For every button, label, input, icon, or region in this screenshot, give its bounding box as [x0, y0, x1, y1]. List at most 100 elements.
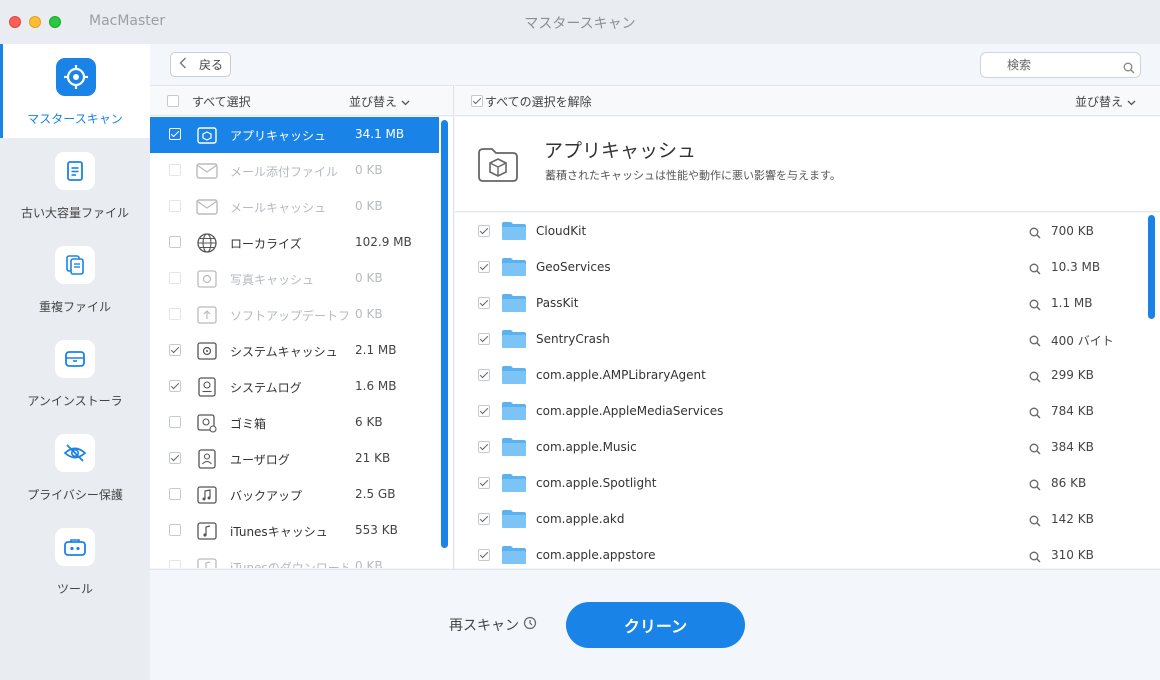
file-checkbox[interactable]	[478, 513, 490, 525]
category-checkbox[interactable]	[169, 164, 181, 176]
sidebar-item-uninstaller[interactable]: アンインストーラ	[0, 326, 150, 420]
window-title: マスタースキャン	[524, 16, 636, 32]
category-row[interactable]: システムキャッシュ 2.1 MB	[150, 333, 439, 369]
category-row[interactable]: ローカライズ 102.9 MB	[150, 225, 439, 261]
sidebar-item-large-old-files[interactable]: 古い大容量ファイル	[0, 138, 150, 232]
title-bar: MacMaster マスタースキャン	[0, 0, 1160, 44]
category-size: 21 KB	[355, 451, 391, 465]
file-row[interactable]: com.apple.AppleMediaServices 784 KB	[455, 393, 1145, 429]
file-row[interactable]: com.apple.AMPLibraryAgent 299 KB	[455, 357, 1145, 393]
clean-button[interactable]: クリーン	[566, 602, 745, 648]
file-list: CloudKit 700 KB GeoServices 10.3 MB Pass…	[455, 213, 1160, 568]
file-row[interactable]: com.apple.appstore 310 KB	[455, 537, 1145, 568]
category-row[interactable]: システムログ 1.6 MB	[150, 369, 439, 405]
chevron-left-icon	[179, 57, 187, 72]
category-row[interactable]: 写真キャッシュ 0 KB	[150, 261, 439, 297]
back-button[interactable]: 戻る	[170, 52, 231, 77]
category-row[interactable]: ゴミ箱 6 KB	[150, 405, 439, 441]
category-row[interactable]: メールキャッシュ 0 KB	[150, 189, 439, 225]
chevron-down-icon	[401, 95, 410, 109]
reveal-search-icon[interactable]	[1029, 512, 1041, 531]
folder-icon	[502, 509, 526, 529]
category-checkbox[interactable]	[169, 200, 181, 212]
reveal-search-icon[interactable]	[1029, 440, 1041, 459]
category-name: アプリキャッシュ	[230, 129, 327, 143]
category-row[interactable]: ユーザログ 21 KB	[150, 441, 439, 477]
category-size: 0 KB	[355, 559, 383, 568]
file-row[interactable]: SentryCrash 400 バイト	[455, 321, 1145, 357]
category-name: 写真キャッシュ	[230, 273, 315, 287]
file-checkbox[interactable]	[478, 333, 490, 345]
file-name: com.apple.akd	[536, 512, 625, 526]
folder-icon	[502, 365, 526, 385]
category-checkbox[interactable]	[169, 452, 181, 464]
reveal-search-icon[interactable]	[1029, 404, 1041, 423]
reveal-search-icon[interactable]	[1029, 368, 1041, 387]
category-checkbox[interactable]	[169, 416, 181, 428]
file-row[interactable]: com.apple.akd 142 KB	[455, 501, 1145, 537]
file-row[interactable]: CloudKit 700 KB	[455, 213, 1145, 249]
deselect-all-checkbox[interactable]	[471, 95, 483, 107]
folder-icon	[502, 545, 526, 565]
category-checkbox[interactable]	[169, 524, 181, 536]
rescan-button[interactable]: 再スキャン	[449, 615, 537, 635]
category-name: ソフトアップデートフ	[230, 309, 348, 323]
mail-icon	[196, 160, 218, 182]
sidebar-item-tools[interactable]: ツール	[0, 514, 150, 608]
user-log-icon	[196, 448, 218, 470]
file-checkbox[interactable]	[478, 261, 490, 273]
reveal-search-icon[interactable]	[1029, 260, 1041, 279]
file-size: 299 KB	[1051, 368, 1094, 382]
category-row[interactable]: バックアップ 2.5 GB	[150, 477, 439, 513]
category-list-scrollbar[interactable]	[441, 120, 448, 548]
file-size: 142 KB	[1051, 512, 1094, 526]
category-row[interactable]: メール添付ファイル 0 KB	[150, 153, 439, 189]
file-row[interactable]: GeoServices 10.3 MB	[455, 249, 1145, 285]
category-size: 2.1 MB	[355, 343, 397, 357]
file-checkbox[interactable]	[478, 369, 490, 381]
reveal-search-icon[interactable]	[1029, 296, 1041, 315]
category-checkbox[interactable]	[169, 380, 181, 392]
category-checkbox[interactable]	[169, 560, 181, 568]
category-row[interactable]: アプリキャッシュ 34.1 MB	[150, 117, 439, 153]
file-checkbox[interactable]	[478, 405, 490, 417]
file-checkbox[interactable]	[478, 225, 490, 237]
search-field[interactable]	[980, 52, 1141, 78]
category-size: 1.6 MB	[355, 379, 397, 393]
file-list-scrollbar[interactable]	[1148, 215, 1155, 319]
file-row[interactable]: com.apple.Music 384 KB	[455, 429, 1145, 465]
category-checkbox[interactable]	[169, 128, 181, 140]
category-row[interactable]: iTunesのダウンロード 0 KB	[150, 549, 439, 568]
reveal-search-icon[interactable]	[1029, 224, 1041, 243]
sidebar-item-privacy[interactable]: プライバシー保護	[0, 420, 150, 514]
file-row[interactable]: com.apple.Spotlight 86 KB	[455, 465, 1145, 501]
category-name: メール添付ファイル	[230, 165, 339, 179]
category-sort-button[interactable]: 並び替え	[349, 93, 410, 110]
sidebar-item-duplicates[interactable]: 重複ファイル	[0, 232, 150, 326]
file-sort-button[interactable]: 並び替え	[1075, 93, 1136, 110]
category-checkbox[interactable]	[169, 308, 181, 320]
itunes-icon	[196, 556, 218, 568]
category-checkbox[interactable]	[169, 488, 181, 500]
file-size: 784 KB	[1051, 404, 1094, 418]
file-checkbox[interactable]	[478, 297, 490, 309]
category-checkbox[interactable]	[169, 236, 181, 248]
history-icon	[523, 616, 537, 634]
category-checkbox[interactable]	[169, 344, 181, 356]
file-size: 310 KB	[1051, 548, 1094, 562]
file-checkbox[interactable]	[478, 477, 490, 489]
select-all-checkbox[interactable]	[167, 95, 179, 107]
category-row[interactable]: ソフトアップデートフ 0 KB	[150, 297, 439, 333]
search-input[interactable]	[985, 55, 1115, 75]
reveal-search-icon[interactable]	[1029, 332, 1041, 351]
file-row[interactable]: PassKit 1.1 MB	[455, 285, 1145, 321]
reveal-search-icon[interactable]	[1029, 548, 1041, 567]
trash-icon	[196, 412, 218, 434]
category-checkbox[interactable]	[169, 272, 181, 284]
detail-description: 蓄積されたキャッシュは性能や動作に悪い影響を与えます。	[545, 169, 841, 182]
category-row[interactable]: iTunesキャッシュ 553 KB	[150, 513, 439, 549]
reveal-search-icon[interactable]	[1029, 476, 1041, 495]
file-checkbox[interactable]	[478, 441, 490, 453]
file-checkbox[interactable]	[478, 549, 490, 561]
sidebar-item-master-scan[interactable]: マスタースキャン	[0, 44, 150, 138]
